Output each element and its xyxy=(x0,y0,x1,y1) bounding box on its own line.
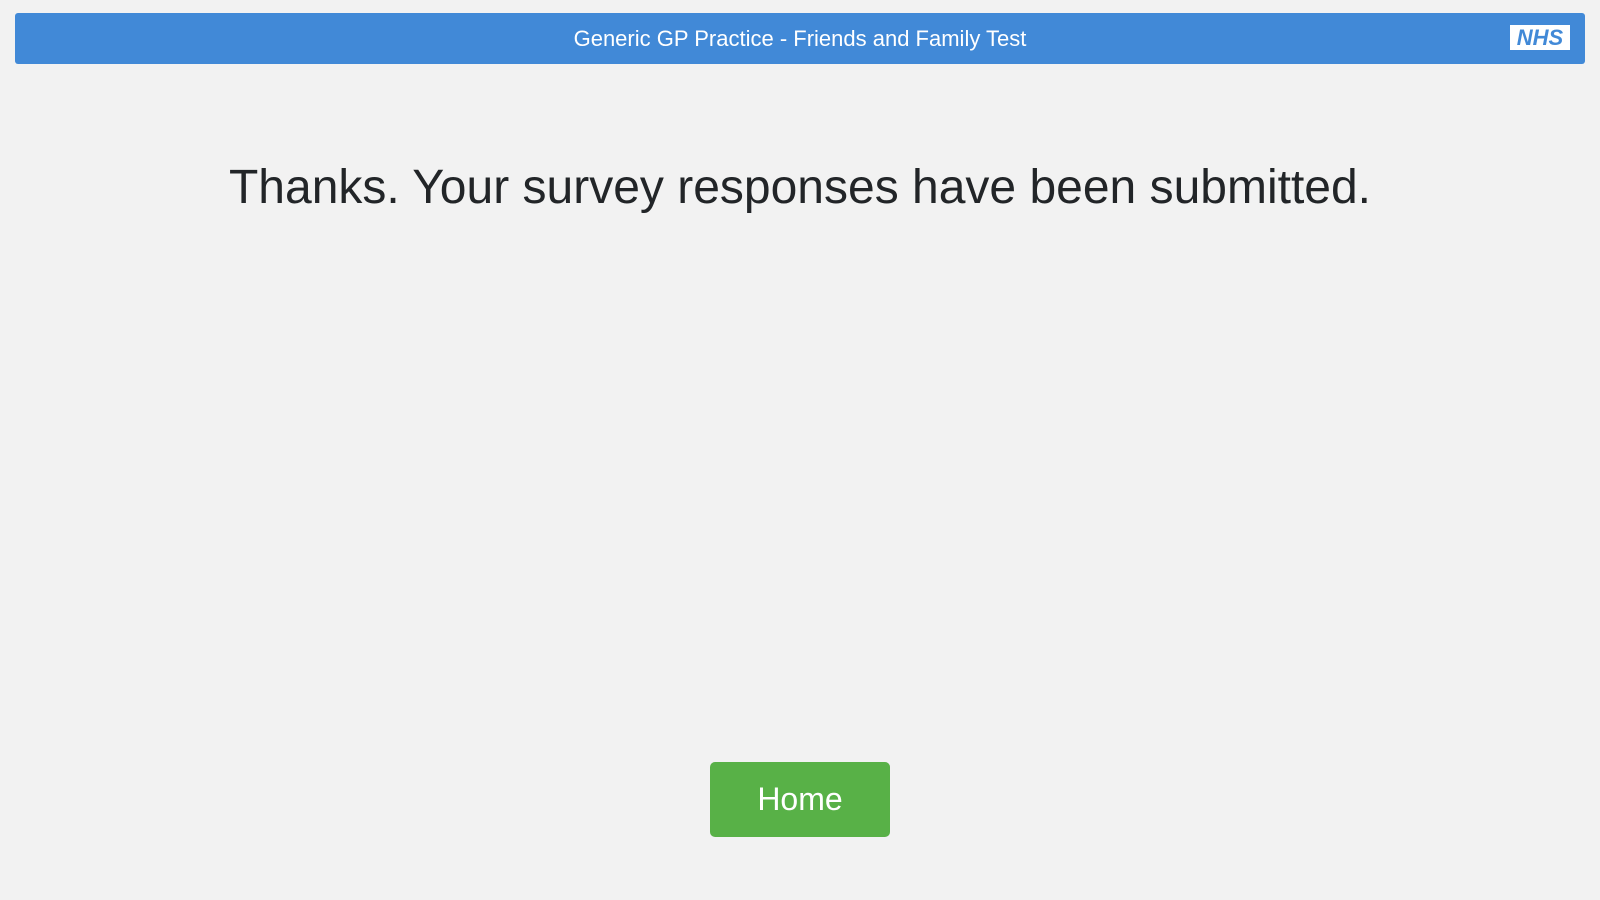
home-button[interactable]: Home xyxy=(710,762,890,837)
page-title: Generic GP Practice - Friends and Family… xyxy=(573,26,1027,51)
header-bar: Generic GP Practice - Friends and Family… xyxy=(15,13,1585,64)
confirmation-message: Thanks. Your survey responses have been … xyxy=(228,161,1371,214)
nhs-logo: NHS xyxy=(1510,25,1570,50)
